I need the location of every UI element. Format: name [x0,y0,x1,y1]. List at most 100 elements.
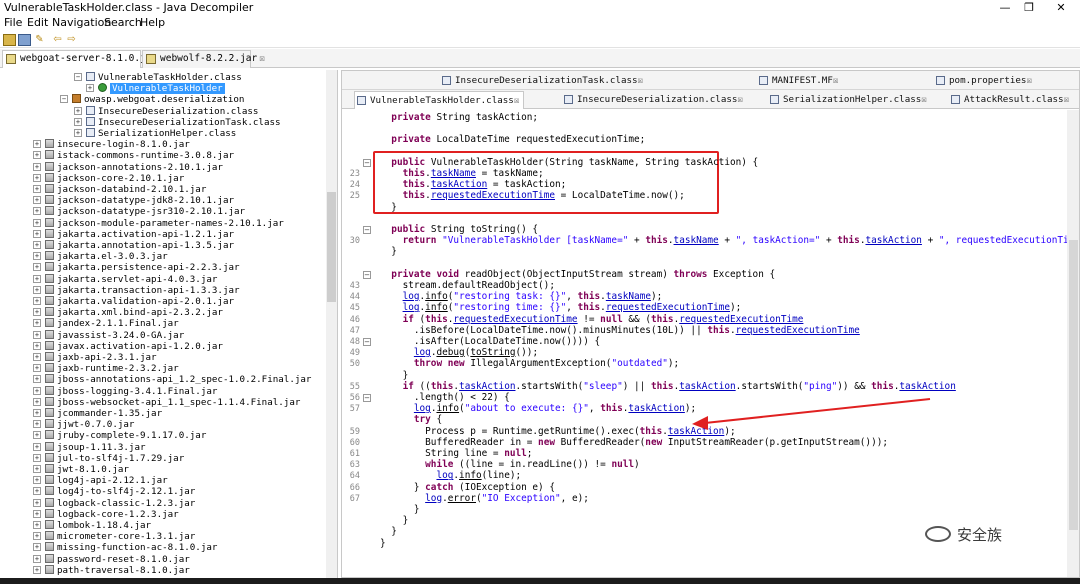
expand-icon[interactable]: + [33,532,41,541]
tree-item[interactable]: + jakarta.activation-api-1.2.1.jar [33,228,234,240]
close-button[interactable]: ✕ [1046,0,1076,16]
expand-icon[interactable]: + [33,308,41,317]
expand-icon[interactable]: + [33,521,41,529]
expand-icon[interactable]: + [33,319,41,328]
tree-item[interactable]: + jakarta.validation-api-2.0.1.jar [33,296,234,307]
tab-insecure-deserialization[interactable]: InsecureDeserialization.class☒ [562,91,743,109]
tree-item[interactable]: + jakarta.persistence-api-2.2.3.jar [33,262,240,273]
close-tab-icon[interactable]: ☒ [1064,94,1070,105]
expand-icon[interactable]: + [33,476,41,485]
tree-item[interactable]: + jboss-logging-3.4.1.Final.jar [33,385,217,397]
expand-icon[interactable]: + [33,162,41,171]
expand-icon[interactable]: + [33,442,41,451]
close-tab-icon[interactable]: ☒ [1026,75,1032,86]
back-icon[interactable]: ⇦ [51,34,64,46]
tree-item[interactable]: + jandex-2.1.1.Final.jar [33,318,179,329]
expand-icon[interactable]: + [33,375,41,384]
tree-item[interactable]: + insecure-login-8.1.0.jar [33,139,190,150]
tree-item[interactable]: + log4j-api-2.12.1.jar [33,475,168,486]
expand-icon[interactable]: + [74,129,82,137]
fold-icon[interactable]: − [363,158,371,167]
expand-icon[interactable]: + [33,386,41,395]
open-file-icon[interactable] [3,34,16,46]
tree-item[interactable]: + jwt-8.1.0.jar [33,464,129,475]
tree-item[interactable]: + logback-core-1.2.3.jar [33,508,179,520]
tree-item[interactable]: + jakarta.annotation-api-1.3.5.jar [33,240,234,251]
tree-item[interactable]: + jackson-datatype-jdk8-2.10.1.jar [33,195,234,206]
tab-serialization-helper[interactable]: SerializationHelper.class☒ [768,91,927,109]
close-tab-icon[interactable]: ☒ [921,94,927,105]
expand-icon[interactable]: + [33,543,41,552]
expand-icon[interactable]: + [33,207,41,216]
tree-item[interactable]: + jackson-databind-2.10.1.jar [33,184,206,195]
tree-item[interactable]: + javax.activation-api-1.2.0.jar [33,340,223,352]
tree-item[interactable]: + log4j-to-slf4j-2.12.1.jar [33,486,195,497]
expand-icon[interactable]: + [33,140,41,149]
expand-icon[interactable]: + [33,185,41,193]
editor-scrollbar[interactable] [1067,110,1079,577]
expand-icon[interactable]: + [33,453,41,462]
expand-icon[interactable]: + [33,274,41,283]
tree-item[interactable]: + istack-commons-runtime-3.0.8.jar [33,150,234,161]
close-tab-icon[interactable]: ☒ [737,94,743,105]
expand-icon[interactable]: + [33,498,41,507]
tree-item[interactable]: + lombok-1.18.4.jar [33,520,151,531]
expand-icon[interactable]: + [33,465,41,473]
tree-item[interactable]: + jackson-module-parameter-names-2.10.1.j… [33,217,284,229]
expand-icon[interactable]: + [33,285,41,294]
expand-icon[interactable]: + [33,554,41,563]
tree-item[interactable]: + jsoup-1.11.3.jar [33,441,146,453]
tree-item[interactable]: + jcommander-1.35.jar [33,408,162,419]
tree-item[interactable]: + jackson-annotations-2.10.1.jar [33,161,223,173]
expand-icon[interactable]: + [74,117,82,126]
forward-icon[interactable]: ⇨ [65,34,78,46]
fold-icon[interactable]: − [363,226,371,234]
menu-help[interactable]: Help [140,16,165,29]
tab-insecure-deserialization-task[interactable]: InsecureDeserializationTask.class☒ [440,72,643,90]
tab-attack-result[interactable]: AttackResult.class☒ [949,91,1069,109]
expand-icon[interactable]: + [33,229,41,238]
fold-icon[interactable]: − [363,338,371,346]
tree-item[interactable]: + jboss-websocket-api_1.1_spec-1.1.4.Fina… [33,396,300,408]
expand-icon[interactable]: + [33,397,41,406]
collapse-icon[interactable]: − [60,95,68,104]
tree-item[interactable]: + InsecureDeserialization.class [74,105,258,117]
close-tab-icon[interactable]: ☒ [259,53,265,64]
tree-item[interactable]: + jackson-datatype-jsr310-2.10.1.jar [33,206,245,217]
expand-icon[interactable]: + [33,297,41,305]
expand-icon[interactable]: + [33,565,41,574]
fold-icon[interactable]: − [363,394,371,402]
menu-search[interactable]: Search [104,16,142,29]
fold-icon[interactable]: − [363,270,371,279]
tree-item[interactable]: + SerializationHelper.class [74,128,236,139]
tree-item[interactable]: + jackson-core-2.10.1.jar [33,172,184,184]
expand-icon[interactable]: + [33,196,41,205]
maximize-button[interactable]: ❐ [1014,0,1044,16]
expand-icon[interactable]: + [33,330,41,339]
tree-scrollbar-thumb[interactable] [327,192,336,302]
menu-navigation[interactable]: Navigation [52,16,111,29]
expand-icon[interactable]: + [33,252,41,261]
editor-scrollbar-thumb[interactable] [1069,240,1078,530]
tree-scrollbar[interactable] [326,70,337,578]
tree-item[interactable]: + jul-to-slf4j-1.7.29.jar [33,452,184,464]
collapse-icon[interactable]: − [74,73,82,81]
close-tab-icon[interactable]: ☒ [514,95,520,106]
expand-icon[interactable]: + [33,409,41,417]
expand-icon[interactable]: + [33,218,41,227]
expand-icon[interactable]: + [33,353,41,361]
tab-pom-properties[interactable]: pom.properties☒ [934,72,1032,90]
menu-edit[interactable]: Edit [27,16,48,29]
jar-tab-webwolf[interactable]: webwolf-8.2.2.jar ☒ [142,50,265,68]
tree-item[interactable]: + jboss-annotations-api_1.2_spec-1.0.2.Fi… [33,374,311,385]
tree-item[interactable]: + javassist-3.24.0-GA.jar [33,329,184,341]
open-type-icon[interactable]: ✎ [33,34,46,46]
tree-item[interactable]: + password-reset-8.1.0.jar [33,553,190,565]
tree-item[interactable]: + missing-function-ac-8.1.0.jar [33,542,217,553]
tree-item[interactable]: + logback-classic-1.2.3.jar [33,497,195,509]
expand-icon[interactable]: + [33,173,41,182]
close-tab-icon[interactable]: ☒ [638,75,644,86]
expand-icon[interactable]: + [86,84,94,93]
tree-item[interactable]: + path-traversal-8.1.0.jar [33,564,190,576]
close-tab-icon[interactable]: ☒ [833,75,839,86]
